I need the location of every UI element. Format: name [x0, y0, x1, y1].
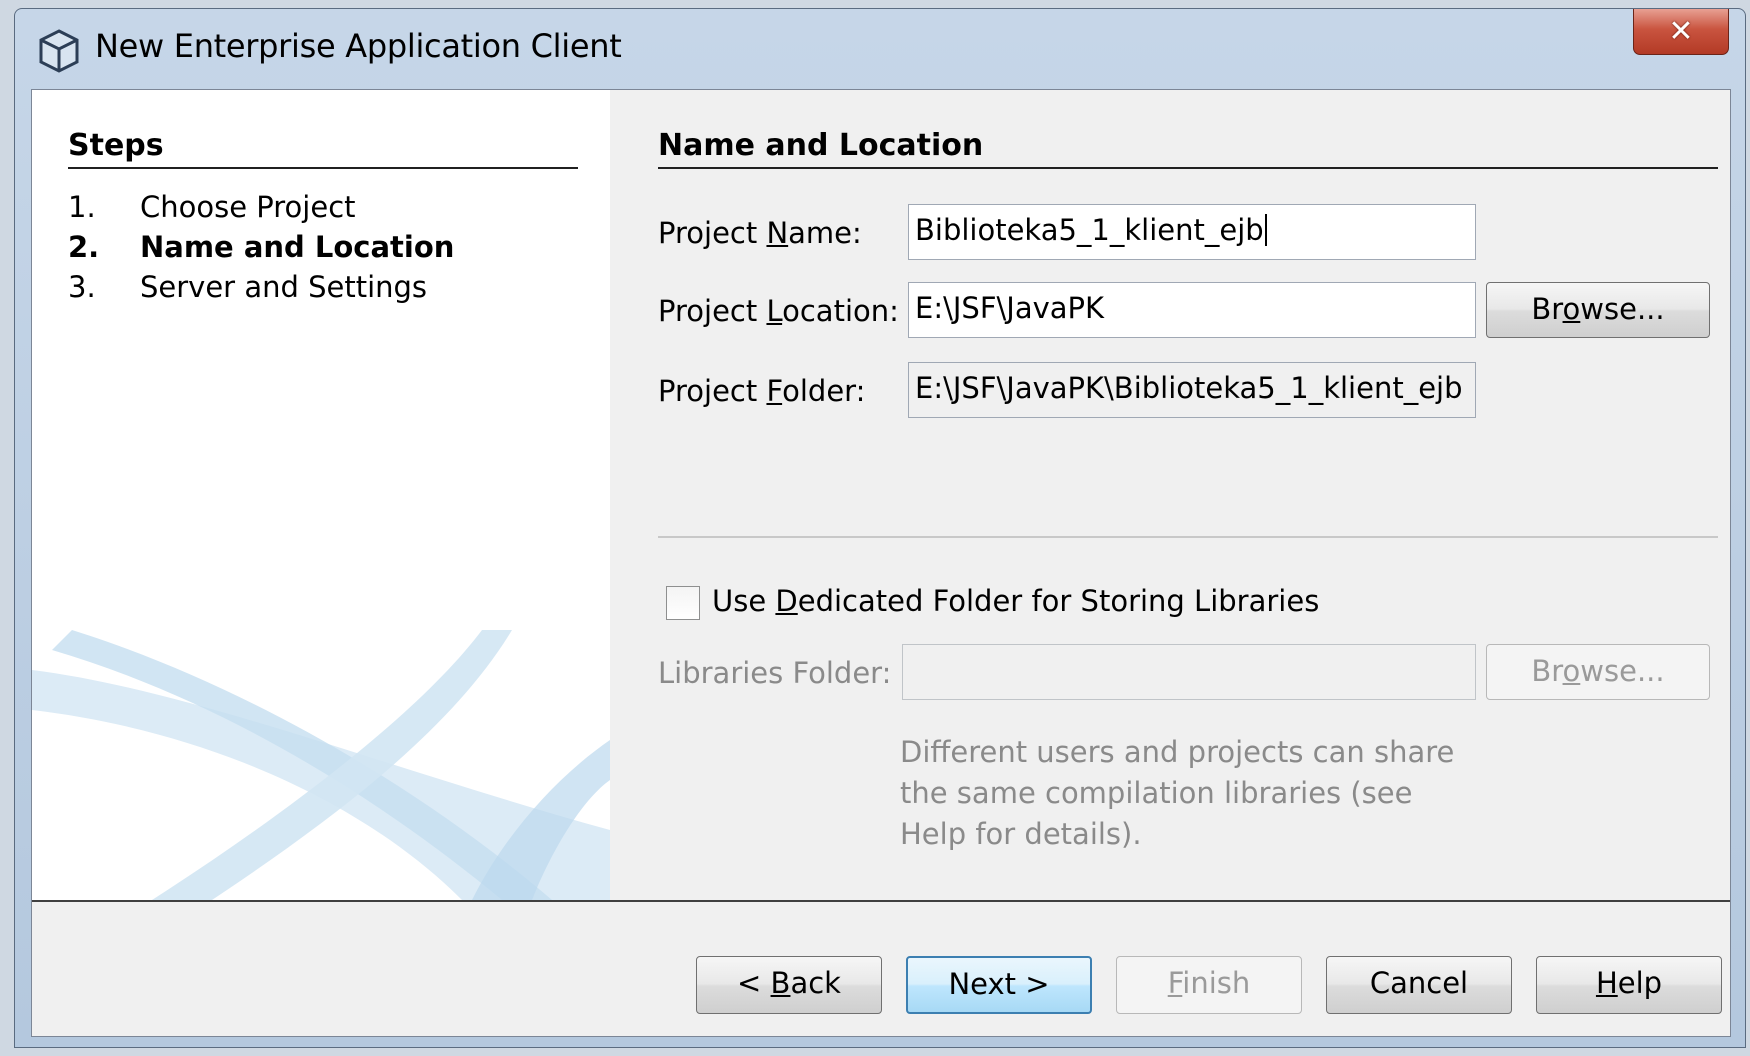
libraries-folder-label: Libraries Folder: — [658, 656, 892, 690]
dedicated-folder-label[interactable]: Use Dedicated Folder for Storing Librari… — [712, 584, 1319, 618]
close-icon: ✕ — [1668, 14, 1694, 49]
steps-heading: Steps — [68, 128, 578, 169]
step-number: 3. — [68, 270, 96, 304]
steps-panel: Steps 1. Choose Project 2. Name and Locati… — [32, 90, 610, 900]
next-button[interactable]: Next > — [906, 956, 1092, 1014]
back-button[interactable]: < Back — [696, 956, 882, 1014]
section-heading: Name and Location — [658, 128, 1718, 169]
libraries-folder-input[interactable] — [902, 644, 1476, 700]
browse-location-button[interactable]: Browse... — [1486, 282, 1710, 338]
dialog-window: New Enterprise Application Client ✕ Step… — [14, 8, 1746, 1048]
netbeans-cube-icon — [35, 27, 83, 75]
dialog-body: Steps 1. Choose Project 2. Name and Locati… — [31, 89, 1731, 1037]
step-name-and-location: 2. Name and Location — [68, 230, 454, 264]
step-choose-project: 1. Choose Project — [68, 190, 356, 224]
project-folder-label: Project Folder: — [658, 374, 866, 408]
project-folder-input[interactable]: E:\JSF\JavaPK\Biblioteka5_1_klient_ejb — [908, 362, 1476, 418]
project-name-label: Project Name: — [658, 216, 862, 250]
text-caret — [1264, 214, 1267, 246]
project-location-label: Project Location: — [658, 294, 899, 328]
step-server-and-settings: 3. Server and Settings — [68, 270, 427, 304]
step-label: Name and Location — [140, 230, 455, 264]
libraries-help-text: Different users and projects can share t… — [900, 735, 1455, 851]
project-name-input[interactable]: Biblioteka5_1_klient_ejb — [908, 204, 1476, 260]
browse-libraries-button[interactable]: Browse... — [1486, 644, 1710, 700]
step-number: 2. — [68, 230, 100, 264]
cancel-button[interactable]: Cancel — [1326, 956, 1512, 1014]
finish-button[interactable]: Finish — [1116, 956, 1302, 1014]
step-label: Choose Project — [140, 190, 356, 224]
step-label: Server and Settings — [140, 270, 428, 304]
separator — [658, 536, 1718, 538]
window-title: New Enterprise Application Client — [95, 27, 622, 65]
close-button[interactable]: ✕ — [1633, 9, 1729, 55]
step-number: 1. — [68, 190, 96, 224]
help-button[interactable]: Help — [1536, 956, 1722, 1014]
button-bar: < Back Next > Finish Cancel Help — [32, 900, 1730, 1036]
title-bar[interactable]: New Enterprise Application Client ✕ — [15, 9, 1745, 91]
dedicated-folder-checkbox[interactable] — [666, 586, 700, 620]
wizard-decoration-graphic — [32, 630, 610, 900]
project-location-input[interactable]: E:\JSF\JavaPK — [908, 282, 1476, 338]
